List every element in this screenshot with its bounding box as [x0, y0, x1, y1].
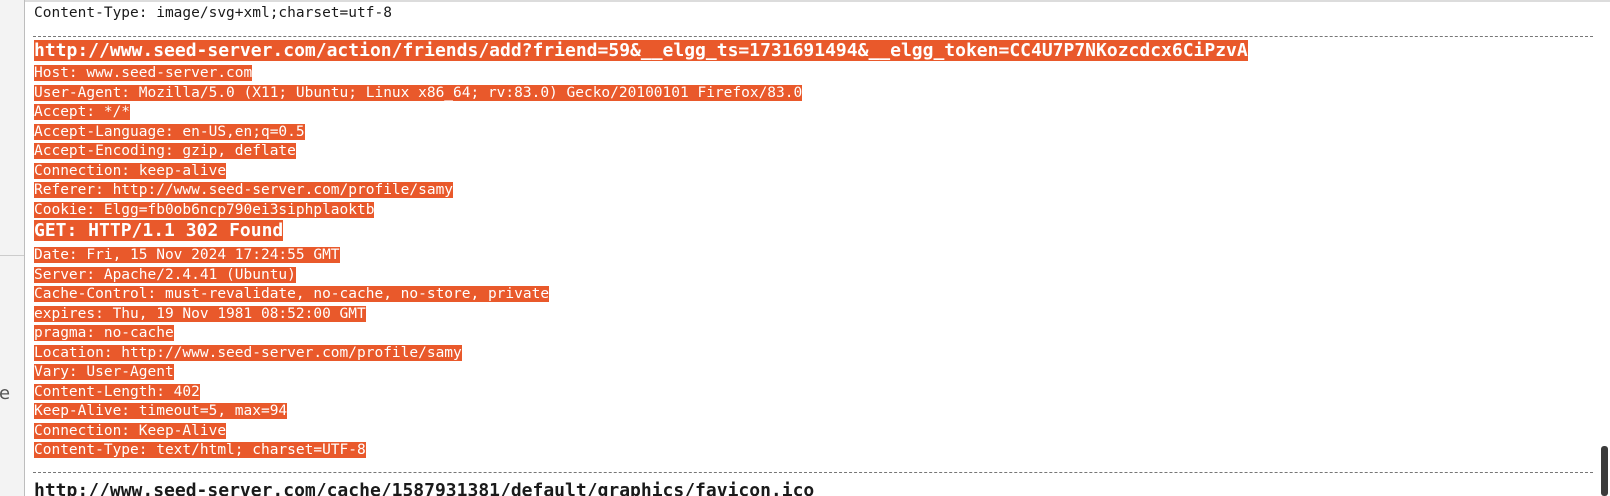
request-header-line: Accept-Encoding: gzip, deflate — [34, 143, 296, 159]
response-header-line: Content-Type: text/html; charset=UTF-8 — [34, 442, 366, 458]
response-header-line: Content-Length: 402 — [34, 383, 200, 400]
request-url-line[interactable]: http://www.seed-server.com/action/friend… — [34, 40, 1248, 62]
request-header-line: Cookie: Elgg=fb0ob6ncp790ei3siphplaoktb — [34, 201, 375, 218]
response-status-line: GET: HTTP/1.1 302 Found — [34, 220, 284, 241]
response-header-line: Location: http://www.seed-server.com/pro… — [34, 344, 462, 361]
response-header-line: Server: Apache/2.4.41 (Ubuntu) — [34, 266, 296, 283]
response-header-line: Keep-Alive: timeout=5, max=94 — [34, 403, 288, 419]
request-header-line: Referer: http://www.seed-server.com/prof… — [34, 182, 454, 198]
next-request-url-line[interactable]: http://www.seed-server.com/cache/1587931… — [34, 480, 814, 496]
request-header-line: Host: www.seed-server.com — [34, 65, 253, 81]
response-header-line: expires: Thu, 19 Nov 1981 08:52:00 GMT — [34, 305, 366, 322]
response-header-line: Date: Fri, 15 Nov 2024 17:24:55 GMT — [34, 247, 340, 263]
entry-separator — [33, 472, 1593, 473]
response-header-line: pragma: no-cache — [34, 325, 174, 341]
request-header-line: User-Agent: Mozilla/5.0 (X11; Ubuntu; Li… — [34, 84, 803, 101]
request-url-text: http://www.seed-server.com/action/friend… — [34, 40, 1248, 61]
response-header-line: Cache-Control: must-revalidate, no-cache… — [34, 286, 550, 302]
vertical-scrollbar-thumb[interactable] — [1601, 446, 1608, 496]
previous-content-type-line: Content-Type: image/svg+xml;charset=utf-… — [34, 5, 392, 21]
gutter-divider — [0, 255, 24, 256]
request-header-line: Accept-Language: en-US,en;q=0.5 — [34, 123, 305, 140]
response-header-line: Vary: User-Agent — [34, 364, 174, 380]
gutter-text-fragment: e — [0, 383, 11, 404]
http-header-log[interactable]: Content-Type: image/svg+xml;charset=utf-… — [25, 0, 1600, 496]
left-gutter-panel: e — [0, 0, 25, 496]
request-header-line: Accept: */* — [34, 104, 131, 120]
response-header-line: Connection: Keep-Alive — [34, 422, 227, 439]
entry-separator — [33, 36, 1593, 37]
request-header-line: Connection: keep-alive — [34, 162, 227, 179]
